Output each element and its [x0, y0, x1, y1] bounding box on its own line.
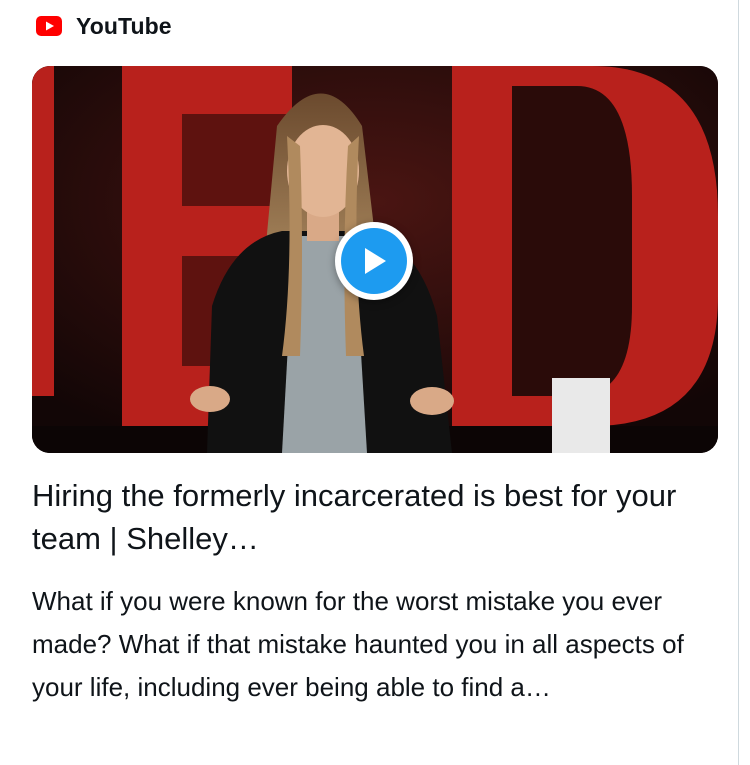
source-row: YouTube: [36, 10, 172, 42]
card-description: What if you were known for the worst mis…: [32, 586, 684, 702]
source-name: YouTube: [76, 12, 172, 39]
play-button-fill: [341, 228, 407, 294]
card-title[interactable]: Hiring the formerly incarcerated is best…: [32, 474, 722, 560]
play-icon: [365, 248, 386, 274]
play-button[interactable]: [335, 222, 413, 300]
video-thumbnail[interactable]: [32, 66, 718, 453]
link-preview-card[interactable]: YouTube Hiring the formerly incarcerated…: [0, 0, 739, 765]
youtube-logo-icon: [36, 16, 62, 36]
